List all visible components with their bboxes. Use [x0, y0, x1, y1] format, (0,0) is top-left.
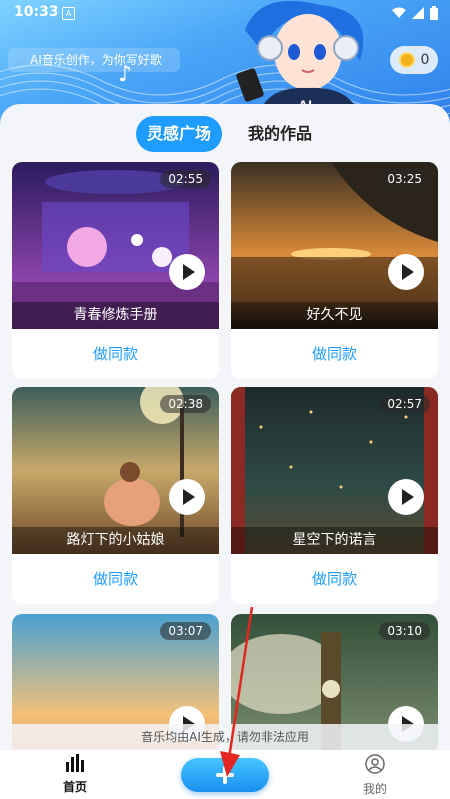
song-title: 路灯下的小姑娘: [12, 527, 219, 554]
header-tagline: AI音乐创作，为你写好歌: [8, 48, 180, 72]
equalizer-icon: [66, 754, 84, 772]
song-card[interactable]: 02:57 星空下的诺言 做同款: [231, 387, 438, 604]
nav-home[interactable]: 首页: [40, 754, 110, 798]
song-duration: 03:10: [379, 622, 430, 640]
tab-inspiration-square[interactable]: 灵感广场: [136, 116, 222, 152]
nav-me-label: 我的: [362, 782, 387, 796]
nav-me[interactable]: 我的: [340, 754, 410, 798]
make-same-button[interactable]: 做同款: [231, 554, 438, 604]
coin-count: 0: [420, 52, 430, 68]
coin-balance[interactable]: 0: [390, 46, 438, 74]
play-icon[interactable]: [169, 254, 205, 290]
song-duration: 03:25: [379, 170, 430, 188]
nav-home-label: 首页: [62, 780, 87, 794]
song-title: 青春修炼手册: [12, 302, 219, 329]
play-icon[interactable]: [388, 254, 424, 290]
song-card[interactable]: 02:38 路灯下的小姑娘 做同款: [12, 387, 219, 604]
battery-icon: [430, 6, 438, 24]
make-same-button[interactable]: 做同款: [12, 329, 219, 379]
song-duration: 03:07: [160, 622, 211, 640]
song-duration: 02:55: [160, 170, 211, 188]
red-arrow-annotation: [220, 606, 254, 777]
song-title: 星空下的诺言: [231, 527, 438, 554]
notification-icon: A: [62, 7, 75, 20]
song-duration: 02:38: [160, 395, 211, 413]
status-time: 10:33: [14, 4, 59, 20]
music-note-icon: ♪: [118, 62, 133, 87]
signal-icon: [412, 7, 424, 23]
song-title: 好久不见: [231, 302, 438, 329]
play-icon[interactable]: [388, 479, 424, 515]
make-same-button[interactable]: 做同款: [231, 329, 438, 379]
make-same-button[interactable]: 做同款: [12, 554, 219, 604]
tab-my-works[interactable]: 我的作品: [244, 116, 316, 152]
song-duration: 02:57: [379, 395, 430, 413]
play-icon[interactable]: [169, 479, 205, 515]
coin-icon: [398, 52, 415, 68]
user-icon: [365, 754, 385, 774]
ai-singer-illustration: AI: [236, 0, 364, 118]
tab-bar: 灵感广场 我的作品: [0, 116, 450, 156]
song-card[interactable]: 03:25 好久不见 做同款: [231, 162, 438, 379]
song-card[interactable]: 02:55 青春修炼手册 做同款: [12, 162, 219, 379]
